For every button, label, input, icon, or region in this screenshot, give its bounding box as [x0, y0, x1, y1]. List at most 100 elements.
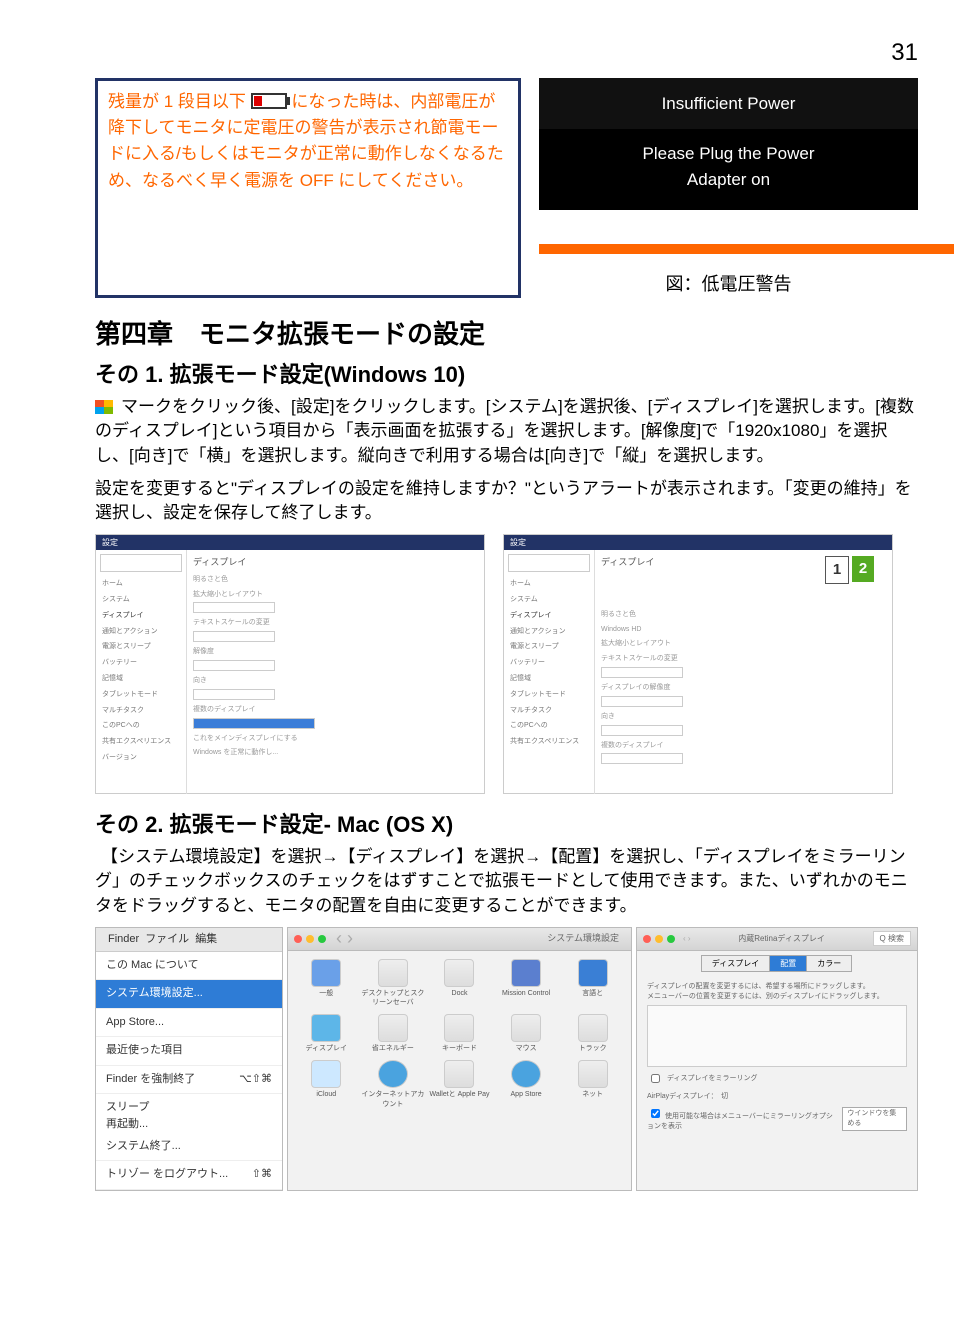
win-field-hl[interactable]	[193, 718, 315, 729]
sidebar-item[interactable]: 共有エクスペリエンス	[508, 734, 590, 750]
nav-back[interactable]: ‹ ›	[336, 926, 353, 951]
pref-icon[interactable]: トラック	[560, 1014, 625, 1054]
mac-menubar: Finder ファイル 編集	[96, 928, 282, 952]
sidebar-item[interactable]: マルチタスク	[100, 703, 182, 719]
disp-search[interactable]: Q 検索	[873, 931, 911, 946]
monitor-arrange-area[interactable]	[647, 1005, 907, 1067]
menu-item-syspref[interactable]: システム環境設定...	[96, 980, 282, 1008]
menu-item[interactable]: システム終了...	[96, 1133, 282, 1161]
win-screenshot-left: 設定 ホーム システム ディスプレイ 通知とアクション 電源とスリープ バッテリ…	[95, 534, 485, 794]
win-label: これをメインディスプレイにする	[193, 734, 478, 744]
menu-item[interactable]: 再起動...	[96, 1115, 282, 1132]
max-dot[interactable]	[667, 935, 675, 943]
menu-item[interactable]: App Store...	[96, 1009, 282, 1037]
pref-icon[interactable]: キーボード	[427, 1014, 492, 1054]
sidebar-item[interactable]: 共有エクスペリエンス	[100, 734, 182, 750]
pref-icon[interactable]: 省エネルギー	[361, 1014, 426, 1054]
mac-menu: Finder ファイル 編集 この Mac について システム環境設定... A…	[95, 927, 283, 1191]
tab-arrange[interactable]: 配置	[769, 955, 807, 972]
pref-icon[interactable]: Mission Control	[494, 959, 559, 1009]
sidebar-item[interactable]: 記憶域	[508, 671, 590, 687]
win-field[interactable]	[193, 689, 275, 700]
menu-item[interactable]: スリープ	[96, 1094, 282, 1115]
tab-display[interactable]: ディスプレイ	[701, 955, 770, 972]
win-field[interactable]	[601, 753, 683, 764]
win-main-right: ディスプレイ 1 2 明るさと色 Windows HD 拡大縮小とレイアウト テ…	[595, 550, 892, 794]
pref-icon[interactable]: 言語と	[560, 959, 625, 1009]
win-label: 解像度	[193, 647, 478, 657]
paragraph-2: 設定を変更すると"ディスプレイの設定を維持しますか？"というアラートが表示されま…	[95, 477, 918, 526]
sidebar-item[interactable]: ホーム	[508, 576, 590, 592]
sidebar-item[interactable]: 電源とスリープ	[508, 639, 590, 655]
sidebar-item[interactable]: タブレットモード	[100, 687, 182, 703]
win-field[interactable]	[193, 660, 275, 671]
sidebar-item[interactable]: バッテリー	[100, 655, 182, 671]
min-dot[interactable]	[655, 935, 663, 943]
sidebar-item[interactable]: システム	[508, 592, 590, 608]
win-label: テキストスケールの変更	[193, 618, 478, 628]
win-field[interactable]	[601, 696, 683, 707]
close-dot[interactable]	[294, 935, 302, 943]
pref-icon[interactable]: Walletと Apple Pay	[427, 1060, 492, 1110]
menubar-edit[interactable]: 編集	[195, 932, 217, 947]
dark-box-2-l2: Adapter on	[547, 167, 910, 193]
win-field[interactable]	[601, 725, 683, 736]
mirror-checkbox[interactable]	[651, 1074, 660, 1083]
close-dot[interactable]	[643, 935, 651, 943]
menu-item[interactable]: トリゾー をログアウト...⇧⌘	[96, 1161, 282, 1189]
pref-icon-display[interactable]: ディスプレイ	[294, 1014, 359, 1054]
sidebar-item[interactable]: ディスプレイ	[508, 608, 590, 624]
sidebar-item[interactable]: マルチタスク	[508, 703, 590, 719]
pref-icon[interactable]: マウス	[494, 1014, 559, 1054]
sidebar-item[interactable]: バッテリー	[508, 655, 590, 671]
figure-caption: 図：低電圧警告	[539, 272, 918, 297]
section-1-heading: その 1. 拡張モード設定(Windows 10)	[95, 360, 918, 391]
win-field[interactable]	[193, 631, 275, 642]
sidebar-item[interactable]: タブレットモード	[508, 687, 590, 703]
menubar-file[interactable]: ファイル	[145, 932, 189, 947]
menu-item[interactable]: 最近使った項目	[96, 1037, 282, 1065]
menubar-finder[interactable]: Finder	[108, 932, 139, 947]
sidebar-item[interactable]: バージョン	[100, 750, 182, 766]
section-2-heading: その 2. 拡張モード設定- Mac (OS X)	[95, 810, 918, 841]
max-dot[interactable]	[318, 935, 326, 943]
sidebar-item[interactable]: このPCへの	[508, 718, 590, 734]
win-label: ディスプレイの解像度	[601, 683, 886, 693]
airplay-row[interactable]: AirPlayディスプレイ： 切	[647, 1093, 728, 1100]
menubar-mirror-checkbox[interactable]	[651, 1109, 660, 1118]
win-search[interactable]	[508, 554, 590, 572]
sidebar-item[interactable]: このPCへの	[100, 718, 182, 734]
win-field[interactable]	[601, 667, 683, 678]
sidebar-item[interactable]: 通知とアクション	[100, 624, 182, 640]
pref-icon[interactable]: App Store	[494, 1060, 559, 1110]
menu-item[interactable]: Finder を強制終了⌥⇧⌘	[96, 1066, 282, 1094]
sidebar-item[interactable]: 電源とスリープ	[100, 639, 182, 655]
sidebar-item[interactable]: 記憶域	[100, 671, 182, 687]
tab-color[interactable]: カラー	[806, 955, 852, 972]
pref-icon[interactable]: インターネットアカウント	[361, 1060, 426, 1110]
pref-icon[interactable]: iCloud	[294, 1060, 359, 1110]
win-field[interactable]	[193, 602, 275, 613]
callout-2: 2	[852, 556, 874, 582]
orange-stripe	[539, 244, 954, 254]
sidebar-item[interactable]: 通知とアクション	[508, 624, 590, 640]
gather-windows-button[interactable]: ウインドウを集める	[842, 1107, 907, 1131]
disp-tabs: ディスプレイ 配置 カラー	[637, 951, 917, 976]
pref-icon[interactable]: Dock	[427, 959, 492, 1009]
pref-icon[interactable]: ネット	[560, 1060, 625, 1110]
pref-icon[interactable]: 一般	[294, 959, 359, 1009]
dark-box-2-l1: Please Plug the Power	[547, 141, 910, 167]
min-dot[interactable]	[306, 935, 314, 943]
pref-icon[interactable]: デスクトップとスクリーンセーバ	[361, 959, 426, 1009]
nav-back[interactable]: ‹ ›	[683, 933, 691, 944]
win-search[interactable]	[100, 554, 182, 572]
sidebar-item[interactable]: ディスプレイ	[100, 608, 182, 624]
menu-item[interactable]: この Mac について	[96, 952, 282, 980]
mac-toolbar: ‹ › システム環境設定	[288, 928, 631, 951]
disp-msg1: ディスプレイの配置を変更するには、希望する場所にドラッグします。	[647, 982, 907, 992]
mirror-label: ディスプレイをミラーリング	[667, 1074, 758, 1084]
sidebar-item[interactable]: システム	[100, 592, 182, 608]
shortcut: ⇧⌘	[252, 1167, 272, 1182]
sidebar-item[interactable]: ホーム	[100, 576, 182, 592]
footer1: 使用可能な場合はメニューバーにミラーリングオプションを表示	[647, 1113, 833, 1130]
